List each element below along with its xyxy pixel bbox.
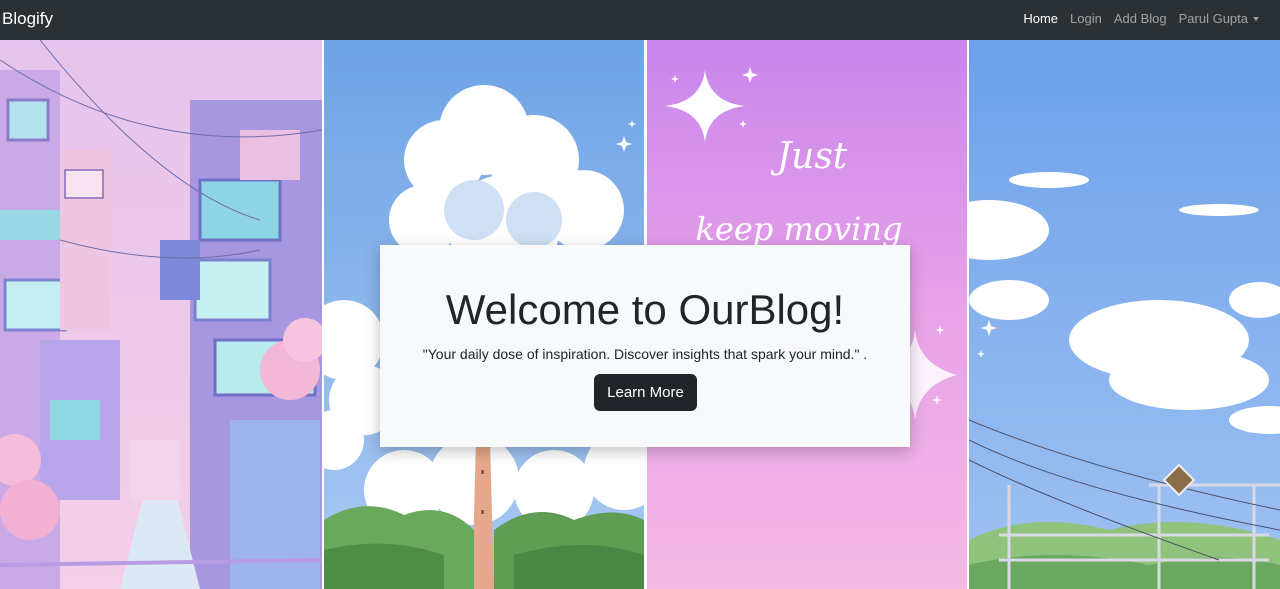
nav-user-dropdown[interactable]: Parul Gupta <box>1173 11 1265 27</box>
navbar: Blogify Home Login Add Blog Parul Gupta <box>0 0 1280 40</box>
quote-line-2: keep moving <box>696 210 903 248</box>
gallery-panel-city-street <box>0 40 322 589</box>
nav-home-link[interactable]: Home <box>1017 11 1064 27</box>
caret-down-icon <box>1253 17 1259 21</box>
hero-tagline: "Your daily dose of inspiration. Discove… <box>422 346 868 362</box>
hero-card: Welcome to OurBlog! "Your daily dose of … <box>380 245 910 447</box>
user-name-label: Parul Gupta <box>1178 11 1248 26</box>
nav-login-link[interactable]: Login <box>1064 11 1108 27</box>
brand-link[interactable]: Blogify <box>2 9 53 29</box>
sky-powerlines-illustration <box>969 40 1280 589</box>
nav-links: Home Login Add Blog Parul Gupta <box>1017 11 1265 27</box>
gallery-panel-sky-powerlines <box>969 40 1280 589</box>
hero-title: Welcome to OurBlog! <box>445 286 845 333</box>
nav-add-blog-link[interactable]: Add Blog <box>1108 11 1173 27</box>
city-street-illustration <box>0 40 322 589</box>
quote-line-1: Just <box>770 136 848 177</box>
learn-more-button[interactable]: Learn More <box>594 374 697 411</box>
